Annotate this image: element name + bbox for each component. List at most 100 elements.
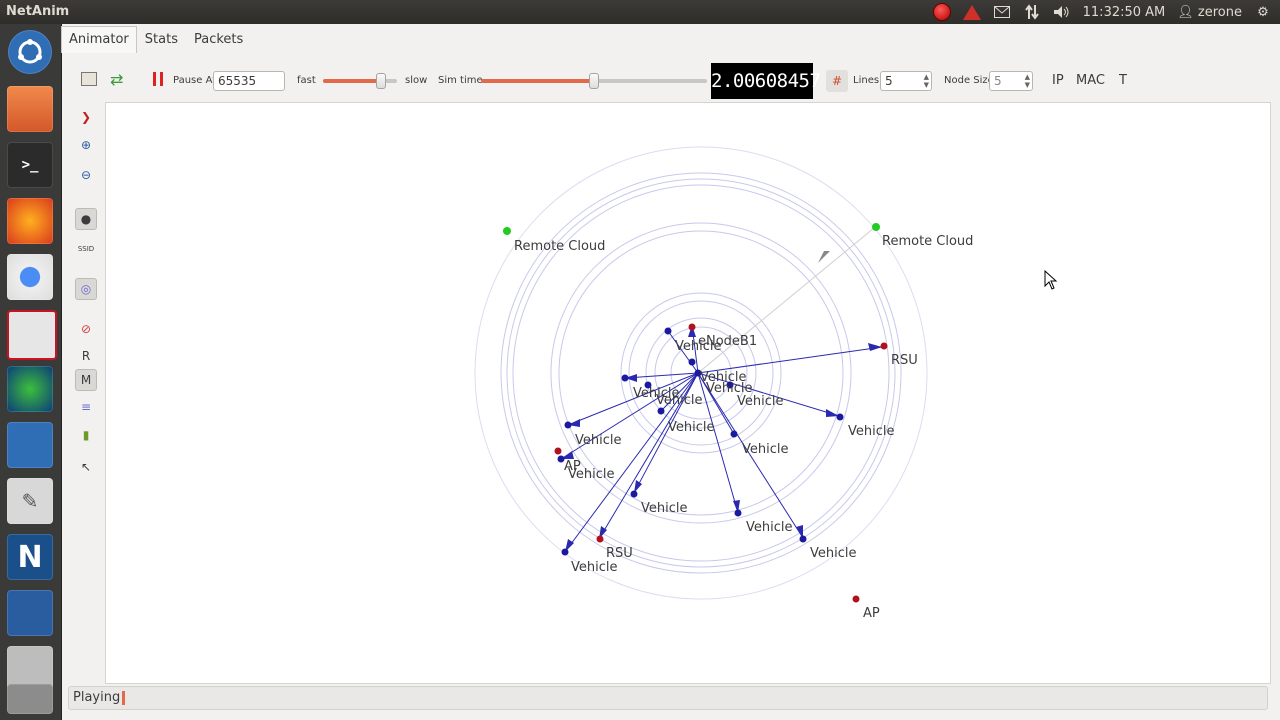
sim-time-display: 2.00608457: [711, 63, 821, 99]
lines-spinbox[interactable]: 5 ▲ ▼: [880, 71, 932, 91]
node-tool-icon[interactable]: ●: [75, 208, 97, 230]
progress-indicator: [122, 691, 125, 705]
grid-toggle-button[interactable]: #: [826, 70, 848, 92]
status-text: Playing: [73, 690, 121, 705]
speed-slider-handle[interactable]: [375, 73, 386, 89]
zoom-out-icon[interactable]: ⊖: [75, 164, 97, 186]
vehicle-node: [630, 490, 638, 498]
arrow-icon: [868, 343, 882, 351]
speed-slider[interactable]: [323, 73, 397, 89]
netanim-icon[interactable]: N: [7, 534, 53, 580]
sim-time-slider-handle[interactable]: [589, 73, 599, 89]
t-toggle-button[interactable]: T: [1119, 73, 1127, 88]
node-size-value: 5: [994, 74, 1002, 88]
launcher: >_ ✎ N: [0, 24, 62, 720]
node-label: Vehicle: [656, 393, 703, 408]
routing-toggle[interactable]: R: [75, 345, 97, 367]
app-title: NetAnim: [6, 4, 70, 19]
system-tray: 11:32:50 AM 👤︎ zerone ⚙: [932, 0, 1272, 24]
globe-icon[interactable]: [7, 366, 53, 412]
node-label: Vehicle: [810, 546, 857, 561]
node-label: Vehicle: [746, 520, 793, 535]
clock[interactable]: 11:32:50 AM: [1083, 5, 1166, 20]
rsu-node: [596, 535, 604, 543]
warning-icon[interactable]: [962, 3, 981, 21]
node-label: Vehicle: [737, 394, 784, 409]
vehicle-node: [564, 421, 572, 429]
node-label: RSU: [891, 353, 918, 368]
files-icon[interactable]: [7, 86, 53, 132]
user-name: zerone: [1197, 4, 1242, 20]
lines-value: 5: [885, 74, 893, 88]
volume-icon[interactable]: [1053, 3, 1071, 21]
lines-icon[interactable]: ≡: [75, 396, 97, 418]
ssid-icon[interactable]: SSID: [75, 238, 97, 260]
ap-node: [554, 447, 562, 455]
writer-icon[interactable]: [7, 422, 53, 468]
node-label: AP: [863, 606, 880, 621]
rsu-node: [880, 342, 888, 350]
open-file-icon[interactable]: [81, 72, 97, 86]
speed-slider-fill: [323, 79, 381, 83]
mac-toggle-button[interactable]: MAC: [1076, 73, 1105, 88]
battery-icon[interactable]: ▮: [75, 424, 97, 446]
sim-time-slider[interactable]: [481, 73, 707, 89]
vehicle-node: [734, 509, 742, 517]
node-label: Vehicle: [668, 420, 715, 435]
mobility-toggle[interactable]: M: [75, 369, 97, 391]
slow-label: slow: [405, 75, 428, 86]
clear-icon[interactable]: ⊘: [75, 318, 97, 340]
spin-arrows-icon[interactable]: ▲ ▼: [924, 73, 929, 89]
animation-canvas[interactable]: Remote Cloud Remote Cloud eNodeB1 RSU RS…: [105, 102, 1271, 684]
vehicle-node: [836, 413, 844, 421]
tab-animator[interactable]: Animator: [61, 26, 137, 53]
network-icon[interactable]: [1023, 3, 1041, 21]
expand-arrow-icon[interactable]: ❯: [75, 106, 97, 128]
node-label: Vehicle: [641, 501, 688, 516]
mail-icon[interactable]: [993, 3, 1011, 21]
gear-icon[interactable]: ⚙: [1254, 3, 1272, 21]
top-panel: NetAnim 11:32:50 AM 👤︎ zerone ⚙: [0, 0, 1280, 24]
user-menu[interactable]: 👤︎ zerone: [1177, 5, 1242, 20]
vehicle-node: [561, 548, 569, 556]
status-bar: Playing: [68, 686, 1268, 710]
node-label: Remote Cloud: [882, 234, 974, 249]
wireless-circles-icon[interactable]: ◎: [75, 278, 97, 300]
user-icon: 👤︎: [1177, 4, 1198, 20]
ubuntu-dash-icon[interactable]: [8, 30, 52, 74]
tab-stats[interactable]: Stats: [137, 26, 186, 54]
trash-icon[interactable]: [7, 684, 53, 714]
animator-toolbar: ⇄ Pause At 65535 fast slow Sim time 2.00…: [61, 60, 1280, 102]
node-size-label: Node Size: [944, 75, 994, 86]
side-toolbar: ❯ ⊕ ⊖ ● SSID ◎ ⊘ R M ≡ ▮ ↖: [72, 104, 102, 484]
firefox-icon[interactable]: [7, 198, 53, 244]
node-label: RSU: [606, 546, 633, 561]
text-editor-icon[interactable]: ✎: [7, 478, 53, 524]
tab-bar: Animator Stats Packets: [61, 24, 251, 54]
pause-button[interactable]: [153, 72, 163, 86]
zoom-in-icon[interactable]: ⊕: [75, 134, 97, 156]
remote-cloud-node: [872, 223, 880, 231]
node-label: Vehicle: [675, 339, 722, 354]
chrome-icon[interactable]: [7, 254, 53, 300]
pause-at-input[interactable]: 65535: [213, 71, 285, 91]
tab-packets[interactable]: Packets: [186, 26, 251, 54]
workspace-icon[interactable]: [7, 590, 53, 636]
node-size-spinbox[interactable]: 5 ▲ ▼: [989, 71, 1033, 91]
remote-cloud-node: [503, 227, 511, 235]
pointer-xy-icon[interactable]: ↖: [75, 456, 97, 478]
vehicle-node: [799, 535, 807, 543]
record-icon[interactable]: [932, 3, 951, 21]
pause-at-label: Pause At: [173, 75, 217, 86]
pdf-viewer-icon[interactable]: [7, 310, 57, 360]
ip-toggle-button[interactable]: IP: [1052, 73, 1064, 88]
cloud-link-arrow-icon: [818, 251, 830, 263]
node-label: Vehicle: [848, 424, 895, 439]
vehicle-node: [664, 327, 672, 335]
spin-arrows-icon[interactable]: ▲ ▼: [1025, 73, 1030, 89]
reload-icon[interactable]: ⇄: [110, 70, 123, 89]
node-label: Vehicle: [571, 560, 618, 575]
vehicle-node: [688, 358, 696, 366]
fast-label: fast: [297, 75, 316, 86]
terminal-icon[interactable]: >_: [7, 142, 53, 188]
